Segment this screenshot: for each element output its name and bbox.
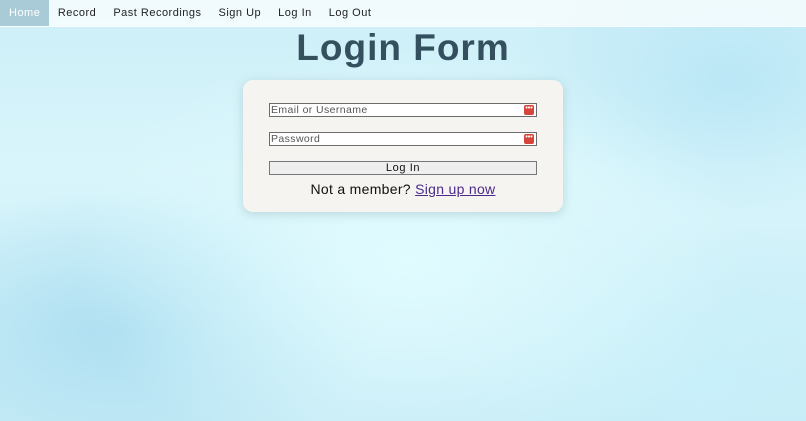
sign-up-link[interactable]: Sign up now [415,181,495,197]
nav-item-record[interactable]: Record [49,0,104,26]
nav-item-past-recordings[interactable]: Past Recordings [105,0,210,26]
email-input[interactable] [270,104,511,116]
signup-prompt-text: Not a member? [310,181,411,197]
log-in-button[interactable]: Log In [269,161,537,175]
nav-item-log-out[interactable]: Log Out [320,0,380,26]
password-input[interactable] [270,133,511,145]
password-field[interactable]: ••• [269,132,537,146]
nav-item-home[interactable]: Home [0,0,50,26]
page-title: Login Form [296,27,510,68]
key-dots-icon[interactable]: ••• [524,105,534,115]
nav-item-log-in[interactable]: Log In [270,0,321,26]
top-navbar: Home Record Past Recordings Sign Up Log … [0,0,806,27]
email-field[interactable]: ••• [269,103,537,117]
login-card: ••• ••• Log In Not a member? Sign up now [243,80,563,212]
signup-prompt: Not a member? Sign up now [243,181,563,197]
key-dots-icon[interactable]: ••• [524,134,534,144]
nav-item-sign-up[interactable]: Sign Up [210,0,270,26]
